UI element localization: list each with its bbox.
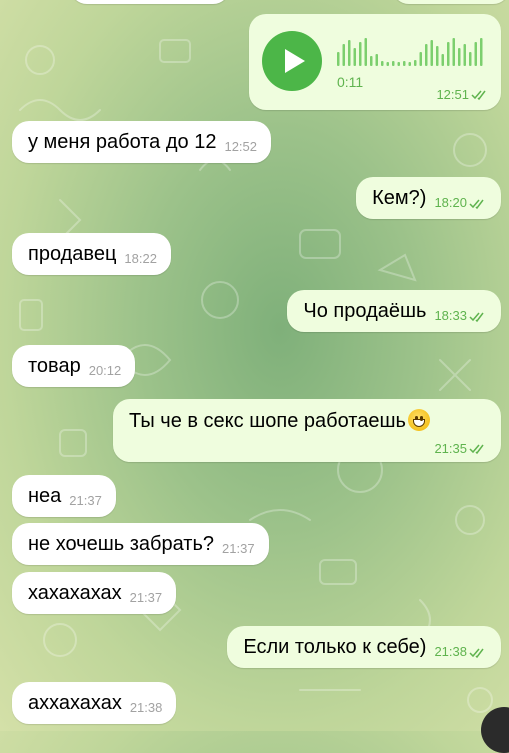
message-bubble-outgoing[interactable]: Кем?) 18:20 [356,177,501,219]
waveform-bar [419,52,422,66]
message-bubble-incoming[interactable]: продавец 18:22 [12,233,171,275]
waveform-bar [441,54,444,66]
waveform-bar [353,48,356,66]
message-time: 21:37 [222,541,255,556]
message-text: Кем?) [372,187,427,209]
waveform-bar [469,52,472,66]
waveform-bar [359,42,362,66]
message-time: 21:37 [129,590,163,605]
waveform-bar [452,38,455,66]
waveform-bar [436,46,439,66]
waveform-bar [463,44,466,66]
grinning-face-emoji [407,409,430,431]
message-time: 20:12 [88,363,122,378]
waveform-bar [430,40,433,66]
double-check-icon [469,312,484,323]
waveform-bar [425,44,428,66]
waveform-bar [370,56,373,66]
double-check-icon [469,199,484,210]
play-icon [285,49,305,73]
message-text: хахахахах [28,582,122,604]
waveform-bar [458,48,461,66]
message-time: 21:37 [69,493,102,508]
message-text: товар [28,355,81,377]
double-check-icon [469,648,484,659]
message-time: 18:22 [124,251,157,266]
voice-duration: 0:11 [337,74,364,90]
message-bubble-incoming[interactable]: аххахахах 21:38 [12,682,177,724]
waveform-bar [474,42,477,66]
voice-message[interactable]: 0:11 12:51 [249,14,501,110]
message-text: продавец [28,243,117,265]
voice-waveform[interactable] [337,38,487,68]
waveform-bar [342,44,345,66]
message-text: Если только к себе) [243,636,427,658]
waveform-bar [364,38,367,66]
message-bubble-partial-outgoing [392,0,509,4]
message-text: Ты че в секс шопе работаешь [129,410,406,432]
waveform-bar [381,61,384,66]
message-time: 18:20 [434,195,467,210]
message-bubble-incoming[interactable]: товар 20:12 [12,345,136,387]
play-button[interactable] [262,31,322,91]
message-time: 12:52 [224,139,258,154]
waveform-bar [408,62,411,66]
message-bubble-incoming[interactable]: хахахахах 21:37 [12,572,177,614]
waveform-bar [337,52,340,66]
waveform-bar [375,54,378,66]
message-text: не хочешь забрать? [28,533,215,555]
message-text: Чо продаёшь [303,300,427,322]
waveform-bar [386,62,389,66]
waveform-bar [447,42,450,66]
waveform-bar [397,62,400,66]
double-check-icon [471,90,486,100]
message-time: 21:38 [434,644,467,659]
message-time: 21:38 [129,700,163,715]
message-time: 21:35 [434,441,467,456]
message-time: 18:33 [434,308,467,323]
message-bubble-incoming[interactable]: неа 21:37 [12,475,116,517]
waveform-bar [348,40,351,66]
scroll-down-button[interactable] [481,707,509,753]
voice-time: 12:51 [436,87,469,102]
message-bubble-outgoing[interactable]: Ты че в секс шопе работаешь 21:35 [113,399,501,462]
message-text: неа [28,485,62,507]
message-bubble-incoming[interactable]: не хочешь забрать? 21:37 [12,523,269,565]
waveform-bar [414,60,417,66]
message-bubble-outgoing[interactable]: Чо продаёшь 18:33 [287,290,501,332]
waveform-bar [392,61,395,66]
waveform-bar [480,38,483,66]
message-text: аххахахах [28,692,122,714]
message-bubble-partial-incoming [70,0,230,4]
message-bubble-incoming[interactable]: у меня работа до 12 12:52 [12,121,272,163]
message-bubble-outgoing[interactable]: Если только к себе) 21:38 [227,626,501,668]
message-text: у меня работа до 12 [28,131,217,153]
double-check-icon [469,444,484,454]
waveform-bar [403,61,406,66]
